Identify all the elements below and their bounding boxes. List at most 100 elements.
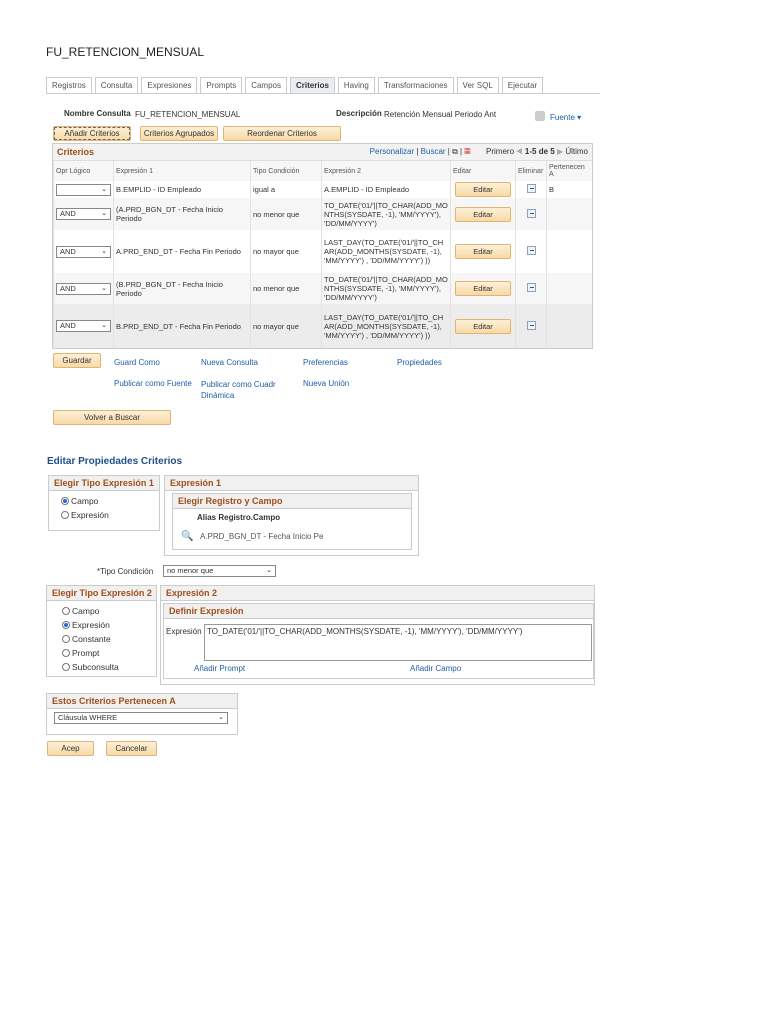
- tab-bar: Registros Consulta Expresiones Prompts Campo…: [46, 77, 544, 93]
- publish-source-link[interactable]: Publicar como Fuente: [114, 379, 192, 388]
- choose-record-field: Elegir Registro y Campo Alias Registro.C…: [172, 493, 412, 550]
- radio-circle[interactable]: [62, 635, 70, 643]
- radio-expresion[interactable]: Expresión: [62, 618, 156, 632]
- expression1-cell: (B.PRD_BGN_DT - Fecha Inicio Periodo: [113, 273, 251, 304]
- edit-button[interactable]: Editar: [455, 182, 511, 197]
- lookup-icon[interactable]: 🔍: [181, 531, 193, 542]
- page-title: FU_RETENCION_MENSUAL: [46, 45, 205, 59]
- last-link[interactable]: Último: [565, 147, 588, 156]
- radio-circle[interactable]: [62, 621, 70, 629]
- belongs-cell: [546, 273, 592, 304]
- find-link[interactable]: Buscar: [421, 147, 446, 156]
- tab-transformaciones[interactable]: Transformaciones: [377, 77, 454, 93]
- fuente-label: Fuente: [550, 113, 575, 122]
- first-link[interactable]: Primero: [486, 147, 514, 156]
- new-query-link[interactable]: Nueva Consulta: [201, 358, 258, 367]
- preferences-link[interactable]: Preferencias: [303, 358, 348, 367]
- radio-campo[interactable]: Campo: [61, 494, 159, 508]
- belongs-panel: Estos Criterios Pertenecen A Cláusula WH…: [46, 693, 238, 735]
- belongs-title: Estos Criterios Pertenecen A: [47, 694, 237, 709]
- choose-record-title: Elegir Registro y Campo: [173, 494, 411, 509]
- return-to-search-button[interactable]: Volver a Buscar: [53, 410, 171, 425]
- expression2-cell: LAST_DAY(TO_DATE('01/'||TO_CHAR(ADD_MONT…: [321, 304, 451, 348]
- delete-row-icon[interactable]: [526, 246, 536, 255]
- radio-circle[interactable]: [61, 511, 69, 519]
- condition-cell: no menor que: [250, 273, 322, 304]
- delete-row-icon[interactable]: [526, 320, 536, 330]
- logic-op-select[interactable]: AND ⌄: [56, 282, 111, 295]
- delete-row-icon[interactable]: [526, 184, 536, 193]
- logic-op-value: AND: [60, 321, 76, 330]
- tab-having[interactable]: Having: [337, 77, 375, 93]
- expr2-title: Expresión 2: [161, 586, 594, 601]
- logic-op-select[interactable]: ⌄: [56, 183, 111, 196]
- radio-prompt[interactable]: Prompt: [62, 646, 156, 660]
- range-text: 1-5 de 5: [524, 147, 555, 156]
- expression1-cell: B.EMPLID - ID Empleado: [113, 181, 251, 198]
- personalize-link[interactable]: Personalizar: [370, 147, 414, 156]
- condition-cell: no menor que: [250, 198, 322, 230]
- radio-circle[interactable]: [61, 497, 69, 505]
- tab-registros[interactable]: Registros: [46, 77, 92, 93]
- define-expression: Definir Expresión Expresión TO_DATE('01/…: [163, 603, 594, 679]
- expression1-cell: A.PRD_END_DT - Fecha Fin Periodo: [113, 230, 251, 273]
- add-prompt-link[interactable]: Añadir Prompt: [194, 664, 245, 673]
- logic-op-select[interactable]: AND ⌄: [56, 208, 111, 220]
- radio-subconsulta[interactable]: Subconsulta: [62, 660, 156, 674]
- delete-row-icon[interactable]: [526, 283, 536, 292]
- edit-button[interactable]: Editar: [455, 206, 511, 222]
- expression-textarea[interactable]: TO_DATE('01/'||TO_CHAR(ADD_MONTHS(SYSDAT…: [204, 624, 592, 661]
- publish-pivot-link[interactable]: Publicar como Cuadr Dinámica: [201, 379, 281, 401]
- radio-label: Constante: [72, 634, 111, 644]
- tab-criterios[interactable]: Criterios: [290, 77, 335, 93]
- grouped-criteria-button[interactable]: Criterios Agrupados: [140, 126, 218, 141]
- edit-button[interactable]: Editar: [455, 318, 511, 334]
- radio-label: Campo: [71, 496, 99, 506]
- new-union-link[interactable]: Nueva Unión: [303, 379, 349, 388]
- column-header: Editar: [450, 161, 516, 181]
- accept-button[interactable]: Acep: [47, 741, 94, 756]
- reorder-criteria-button[interactable]: Reordenar Criterios: [223, 126, 341, 141]
- logic-op-select[interactable]: AND ⌄: [56, 245, 111, 258]
- view-all-icon[interactable]: ⧉: [452, 147, 458, 156]
- radio-circle[interactable]: [62, 649, 70, 657]
- properties-link[interactable]: Propiedades: [397, 358, 442, 367]
- tab-consulta[interactable]: Consulta: [94, 77, 139, 93]
- radio-constante[interactable]: Constante: [62, 632, 156, 646]
- radio-circle[interactable]: [62, 663, 70, 671]
- grid-nav: Personalizar | Buscar | ⧉ | ▦ Primero ◀ …: [369, 147, 588, 156]
- expr2-type-title: Elegir Tipo Expresión 2: [47, 586, 156, 601]
- save-as-link[interactable]: Guard Como: [114, 358, 160, 367]
- fuente-menu[interactable]: Fuente ▾: [550, 113, 581, 122]
- expression2-cell: LAST_DAY(TO_DATE('01/'||TO_CHAR(ADD_MONT…: [321, 230, 451, 273]
- condition-value: no menor que: [167, 566, 214, 575]
- edit-button[interactable]: Editar: [455, 281, 511, 296]
- radio-label: Prompt: [72, 648, 100, 658]
- table-row: AND ⌄ B.PRD_END_DT - Fecha Fin Periodo no…: [53, 304, 592, 348]
- tab-prompts[interactable]: Prompts: [200, 77, 243, 93]
- cancel-button[interactable]: Cancelar: [106, 741, 157, 756]
- tab-ejecutar[interactable]: Ejecutar: [501, 77, 544, 93]
- tab-ver-sql[interactable]: Ver SQL: [456, 77, 499, 93]
- tab-expresiones[interactable]: Expresiones: [141, 77, 198, 93]
- table-row: AND ⌄ (A.PRD_BGN_DT - Fecha Inicio Period…: [53, 198, 592, 230]
- add-field-link[interactable]: Añadir Campo: [410, 664, 461, 673]
- column-header: Tipo Condición: [250, 161, 322, 181]
- radio-expresion[interactable]: Expresión: [61, 508, 159, 522]
- belongs-select[interactable]: Cláusula WHERE ⌄: [54, 712, 228, 724]
- delete-row-icon[interactable]: [526, 208, 536, 218]
- radio-circle[interactable]: [62, 607, 70, 615]
- add-criteria-button[interactable]: Añadir Criterios: [53, 126, 131, 141]
- download-icon[interactable]: ▦: [464, 147, 470, 156]
- expression-label: Expresión: [166, 627, 202, 636]
- logic-op-select[interactable]: AND ⌄: [56, 320, 111, 332]
- next-icon[interactable]: ▶: [557, 147, 563, 156]
- save-button[interactable]: Guardar: [53, 353, 101, 368]
- column-header: Opr Lógico: [53, 161, 114, 181]
- radio-campo[interactable]: Campo: [62, 604, 156, 618]
- column-header: Eliminar: [515, 161, 547, 181]
- prev-icon[interactable]: ◀: [516, 147, 522, 156]
- edit-button[interactable]: Editar: [455, 244, 511, 259]
- tab-campos[interactable]: Campos: [245, 77, 287, 93]
- condition-select[interactable]: no menor que ⌄: [163, 565, 276, 577]
